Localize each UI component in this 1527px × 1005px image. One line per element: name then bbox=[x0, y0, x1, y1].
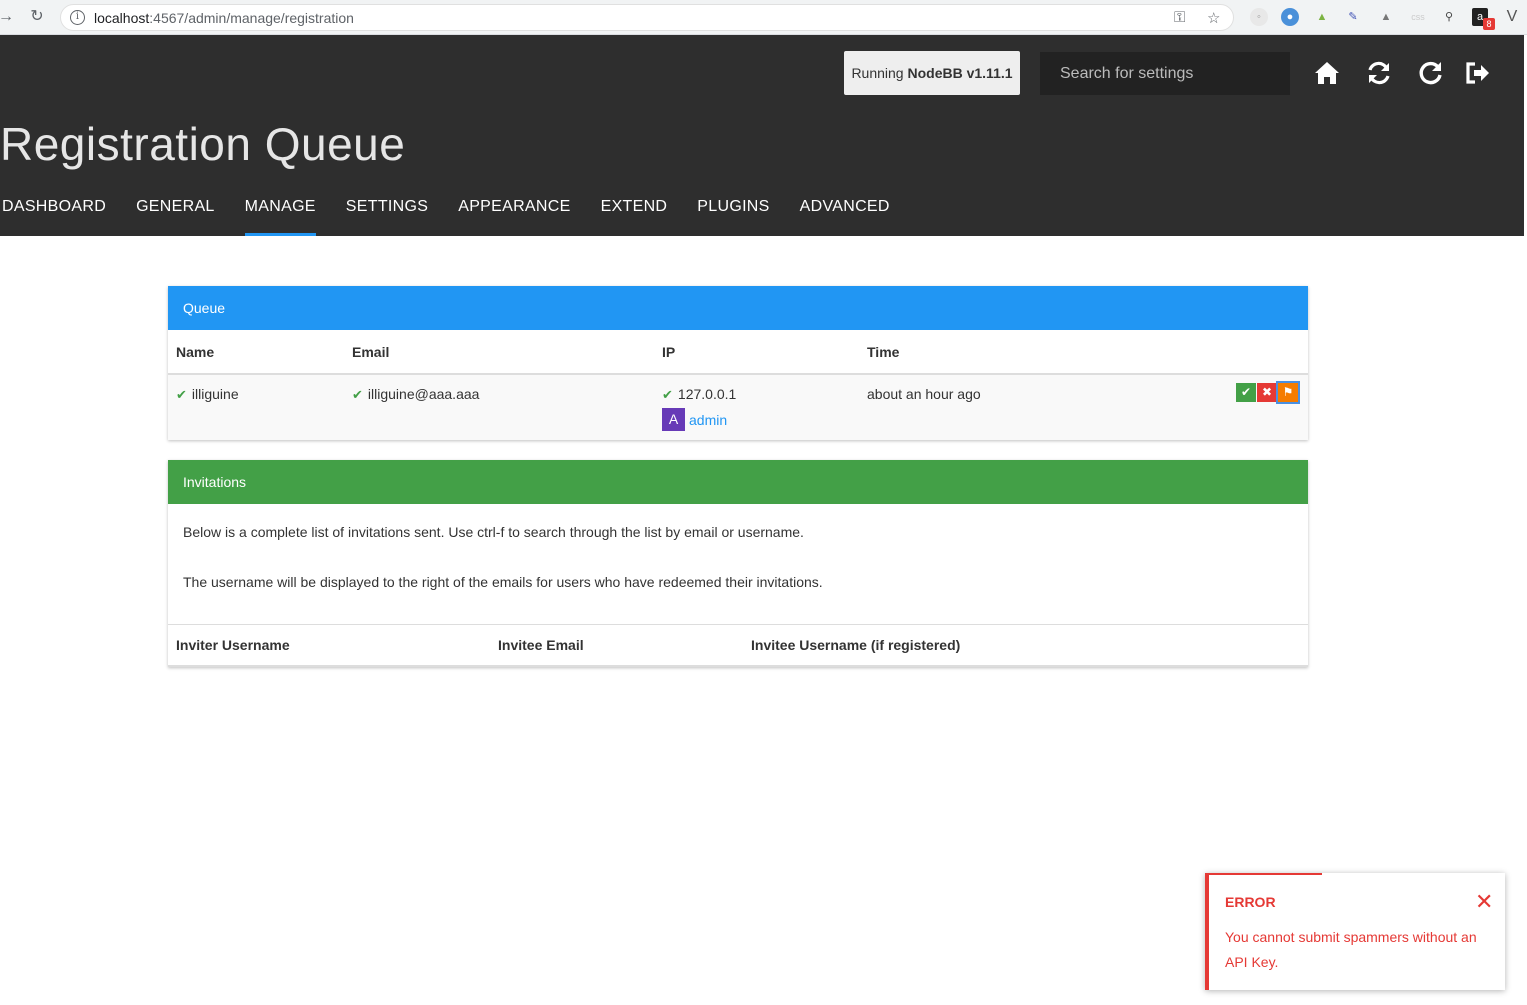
settings-search-input[interactable] bbox=[1040, 52, 1290, 95]
invitations-note: The username will be displayed to the ri… bbox=[183, 574, 823, 590]
android-icon[interactable]: ▲ bbox=[1313, 8, 1331, 26]
main-nav: DASHBOARD GENERAL MANAGE SETTINGS APPEAR… bbox=[0, 195, 920, 236]
divider bbox=[168, 624, 1308, 625]
table-row bbox=[168, 373, 1308, 440]
toast-message: You cannot submit spammers without an AP… bbox=[1225, 929, 1477, 970]
extension-badge: 8 bbox=[1483, 18, 1495, 30]
address-bar[interactable]: i localhost:4567/admin/manage/registrati… bbox=[60, 4, 1234, 31]
restart-icon[interactable] bbox=[1417, 59, 1445, 87]
reload-icon[interactable]: ↻ bbox=[27, 7, 47, 27]
page-title: Registration Queue bbox=[0, 118, 406, 170]
tab-general[interactable]: GENERAL bbox=[136, 195, 215, 236]
toast-title: ERROR bbox=[1225, 894, 1276, 910]
column-header-name: Name bbox=[176, 344, 215, 360]
column-header-invitee-username: Invitee Username (if registered) bbox=[751, 637, 961, 653]
reject-button[interactable]: ✖ bbox=[1257, 383, 1277, 402]
toast-progress bbox=[1209, 873, 1322, 875]
invitations-description: Below is a complete list of invitations … bbox=[183, 524, 804, 540]
drive-icon[interactable]: ▲ bbox=[1377, 8, 1395, 26]
spam-flag-button[interactable]: ⚑ bbox=[1278, 383, 1298, 402]
queue-heading: Queue bbox=[168, 286, 1308, 330]
queue-time-cell: about an hour ago bbox=[867, 386, 981, 402]
column-header-inviter: Inviter Username bbox=[176, 637, 290, 653]
tab-manage[interactable]: MANAGE bbox=[244, 195, 316, 236]
check-icon: ✔ bbox=[662, 388, 673, 403]
queue-email-cell: ✔ illiguine@aaa.aaa bbox=[352, 386, 480, 403]
queue-ip-cell: ✔ 127.0.0.1 bbox=[662, 386, 737, 403]
close-icon[interactable]: ✕ bbox=[1475, 892, 1493, 914]
css-icon[interactable]: css bbox=[1409, 8, 1427, 26]
key-icon[interactable]: ⚿ bbox=[1174, 9, 1185, 26]
url-text[interactable]: localhost:4567/admin/manage/registration bbox=[94, 10, 354, 26]
home-icon[interactable] bbox=[1313, 59, 1341, 87]
pen-icon[interactable]: ✎ bbox=[1344, 8, 1362, 26]
bookmark-star-icon[interactable]: ☆ bbox=[1207, 9, 1220, 27]
column-header-email: Email bbox=[352, 344, 390, 360]
invitations-panel: Invitations Below is a complete list of … bbox=[168, 460, 1308, 667]
vivaldi-icon[interactable]: V bbox=[1503, 8, 1521, 26]
ip-user-link[interactable]: admin bbox=[689, 412, 727, 428]
forward-icon[interactable]: → bbox=[0, 7, 16, 27]
check-icon: ✔ bbox=[176, 388, 187, 403]
version-badge: Running NodeBB v1.11.1 bbox=[844, 51, 1020, 95]
divider bbox=[168, 665, 1308, 667]
avatar[interactable]: A bbox=[662, 408, 685, 431]
check-icon: ✔ bbox=[352, 388, 363, 403]
tab-appearance[interactable]: APPEARANCE bbox=[458, 195, 570, 236]
column-header-ip: IP bbox=[662, 344, 676, 360]
error-toast: ERROR ✕ You cannot submit spammers witho… bbox=[1205, 873, 1505, 990]
column-header-time: Time bbox=[867, 344, 900, 360]
search-icon[interactable]: ⚲ bbox=[1440, 8, 1458, 26]
tab-advanced[interactable]: ADVANCED bbox=[800, 195, 890, 236]
tab-settings[interactable]: SETTINGS bbox=[346, 195, 428, 236]
queue-name-cell: ✔ illiguine bbox=[176, 386, 239, 403]
logout-icon[interactable] bbox=[1464, 59, 1492, 87]
admin-header: Running NodeBB v1.11.1 Registration Queu… bbox=[0, 35, 1524, 236]
queue-panel: Queue Name Email IP Time ✔ illiguine ✔ ill… bbox=[168, 286, 1308, 440]
accept-button[interactable]: ✔ bbox=[1236, 383, 1256, 402]
refresh-icon[interactable] bbox=[1365, 59, 1393, 87]
extension-icon[interactable]: ◦ bbox=[1250, 8, 1268, 26]
browser-toolbar: → ↻ i localhost:4567/admin/manage/regist… bbox=[0, 0, 1527, 35]
tab-extend[interactable]: EXTEND bbox=[601, 195, 668, 236]
column-header-invitee-email: Invitee Email bbox=[498, 637, 584, 653]
invitations-heading: Invitations bbox=[168, 460, 1308, 504]
ip-user: Aadmin bbox=[662, 408, 727, 431]
tab-plugins[interactable]: PLUGINS bbox=[697, 195, 769, 236]
tab-dashboard[interactable]: DASHBOARD bbox=[2, 195, 106, 236]
site-info-icon[interactable]: i bbox=[70, 10, 85, 25]
extension-icon[interactable]: ● bbox=[1281, 8, 1299, 26]
